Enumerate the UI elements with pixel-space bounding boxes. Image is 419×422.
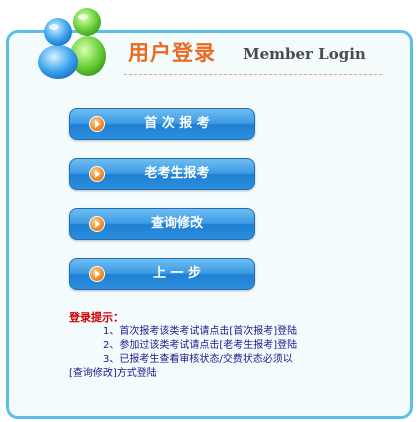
query-modify-button[interactable]: 查询修改 bbox=[69, 208, 255, 240]
back-button[interactable]: 上 一 步 bbox=[69, 258, 255, 290]
tip-item: 2、参加过该类考试请点击[老考生报考]登陆 bbox=[103, 340, 298, 351]
arrow-right-icon bbox=[89, 166, 105, 182]
button-label: 查询修改 bbox=[150, 216, 203, 231]
button-label: 上 一 步 bbox=[152, 266, 202, 281]
first-register-button[interactable]: 首 次 报 考 bbox=[69, 108, 255, 140]
title-cn: 用户登录 bbox=[128, 41, 216, 65]
arrow-right-icon bbox=[89, 116, 105, 132]
tips-title: 登录提示： bbox=[69, 311, 124, 324]
title-en: Member Login bbox=[243, 45, 366, 63]
header-divider bbox=[124, 74, 382, 75]
tip-item: 3、已报考生查看审核状态/交费状态必须以 bbox=[103, 354, 293, 365]
arrow-right-icon bbox=[89, 216, 105, 232]
arrow-right-icon bbox=[89, 266, 105, 282]
tip-item: 1、首次报考该类考试请点击[首次报考]登陆 bbox=[103, 326, 298, 337]
login-tips: 登录提示： 1、首次报考该类考试请点击[首次报考]登陆 2、参加过该类考试请点击… bbox=[69, 311, 349, 381]
returning-register-button[interactable]: 老考生报考 bbox=[69, 158, 255, 190]
button-label: 老考生报考 bbox=[144, 166, 210, 181]
tip-continuation: [查询修改]方式登陆 bbox=[69, 368, 157, 379]
users-icon bbox=[38, 8, 106, 79]
button-label: 首 次 报 考 bbox=[144, 116, 210, 131]
